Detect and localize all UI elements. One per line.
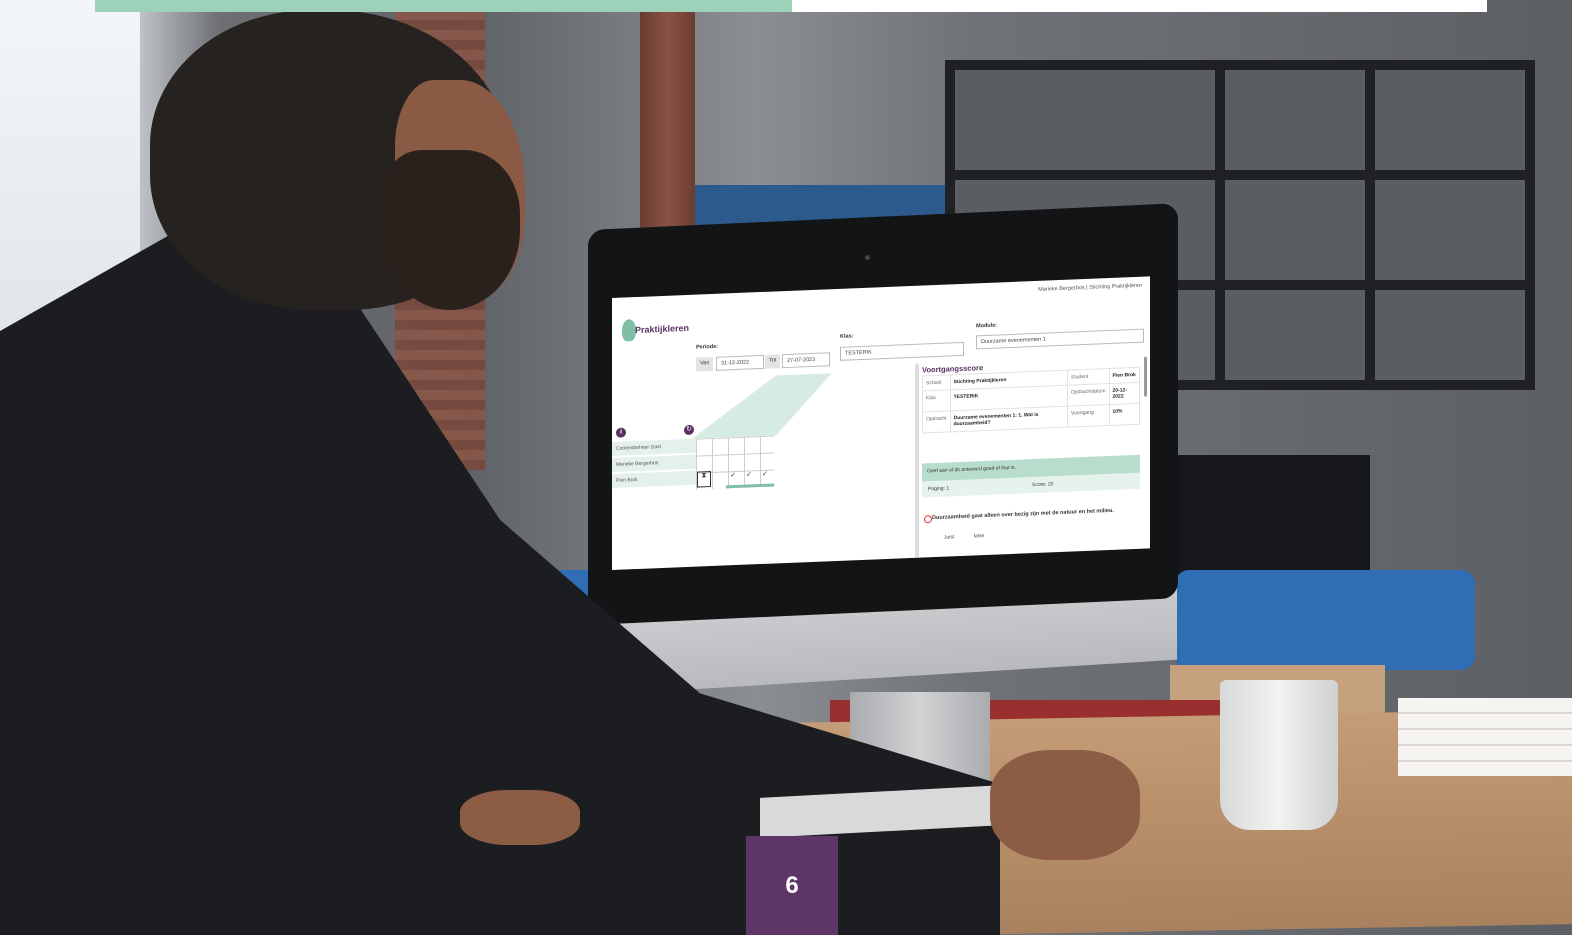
- hourglass-icon[interactable]: ⧗: [697, 471, 711, 488]
- check-icon: ✓: [730, 472, 736, 480]
- info-table: School Stichting Praktijkleren Student P…: [922, 367, 1140, 434]
- juist-value: false: [973, 533, 985, 540]
- sofa: [1175, 570, 1475, 670]
- van-date-field[interactable]: 31-12-2022: [716, 354, 764, 371]
- progress-panel: Voortgangsscore School Stichting Praktij…: [920, 354, 1148, 557]
- tot-date-field[interactable]: 27-07-2023: [782, 352, 830, 369]
- school-key: School: [922, 374, 951, 392]
- panel-divider[interactable]: [915, 363, 919, 558]
- score-label: Score: 20: [1032, 481, 1054, 489]
- book-stack: [1398, 698, 1572, 776]
- opdracht-key: Opdracht: [922, 410, 951, 434]
- page-number: 6: [746, 836, 838, 935]
- module-label: Module:: [976, 322, 998, 330]
- student-value: Pien Brok: [1109, 367, 1140, 384]
- datum-key: Opdrachtdatum: [1067, 383, 1109, 407]
- question-headers: [692, 373, 832, 439]
- opdracht-value: Duurzame evenementen 1: 1. Wat is duurza…: [950, 406, 1068, 432]
- juist-label: Juist: [944, 534, 955, 541]
- logo-icon: [622, 319, 636, 342]
- brick-pillar: [640, 0, 695, 260]
- refresh-icon[interactable]: ↻: [684, 424, 694, 436]
- monitor-screen: Marieke Bergerbos | Stichting Praktijkle…: [612, 276, 1150, 570]
- klas-label: Klas:: [840, 333, 854, 340]
- student-key: Student: [1067, 368, 1109, 386]
- shelf-divider: [1215, 60, 1225, 390]
- scrollbar[interactable]: [1144, 356, 1147, 397]
- module-select[interactable]: Duurzame evenementen 1: [976, 328, 1144, 350]
- answer-text: Duurzaamheid gaat alleen over bezig zijn…: [932, 507, 1114, 522]
- info-icon[interactable]: i: [616, 427, 626, 438]
- datum-value: 20-12-2022: [1109, 382, 1140, 405]
- background-photo: Marieke Bergerbos | Stichting Praktijkle…: [0, 0, 1572, 935]
- person-hand: [990, 750, 1140, 860]
- person-hand: [460, 790, 580, 845]
- check-icon: ✓: [746, 471, 752, 479]
- user-info[interactable]: Marieke Bergerbos | Stichting Praktijkle…: [1038, 283, 1142, 293]
- student-row[interactable]: Pien Brok: [612, 470, 696, 489]
- coffee-mug: [1220, 680, 1338, 830]
- camera-icon: [865, 255, 870, 260]
- results-matrix: i ↻ Contentbeheer Gast Marieke Bergerbos…: [612, 374, 822, 570]
- top-white-bar: [792, 0, 1487, 12]
- wrong-answer-icon: [924, 515, 932, 524]
- shelf-divider: [1365, 60, 1375, 390]
- logo[interactable]: Praktijkleren: [622, 317, 692, 346]
- logo-text: Praktijkleren: [635, 322, 690, 336]
- answer-detail: Juist false: [944, 532, 1002, 541]
- van-label: Van: [696, 356, 714, 372]
- top-accent-bar: [95, 0, 792, 12]
- progress-bar: [726, 483, 774, 489]
- periode-label: Periode:: [696, 343, 719, 351]
- check-icon: ✓: [762, 470, 768, 478]
- attempt-label: Poging: 1: [928, 485, 950, 493]
- voortgang-value: 10%: [1109, 403, 1140, 426]
- tot-label: Tot: [765, 354, 781, 369]
- klas-key: Klas: [922, 389, 951, 413]
- person-beard: [380, 150, 520, 310]
- voortgang-key: Voortgang: [1067, 404, 1109, 428]
- klas-select[interactable]: TESTERIK: [840, 341, 964, 361]
